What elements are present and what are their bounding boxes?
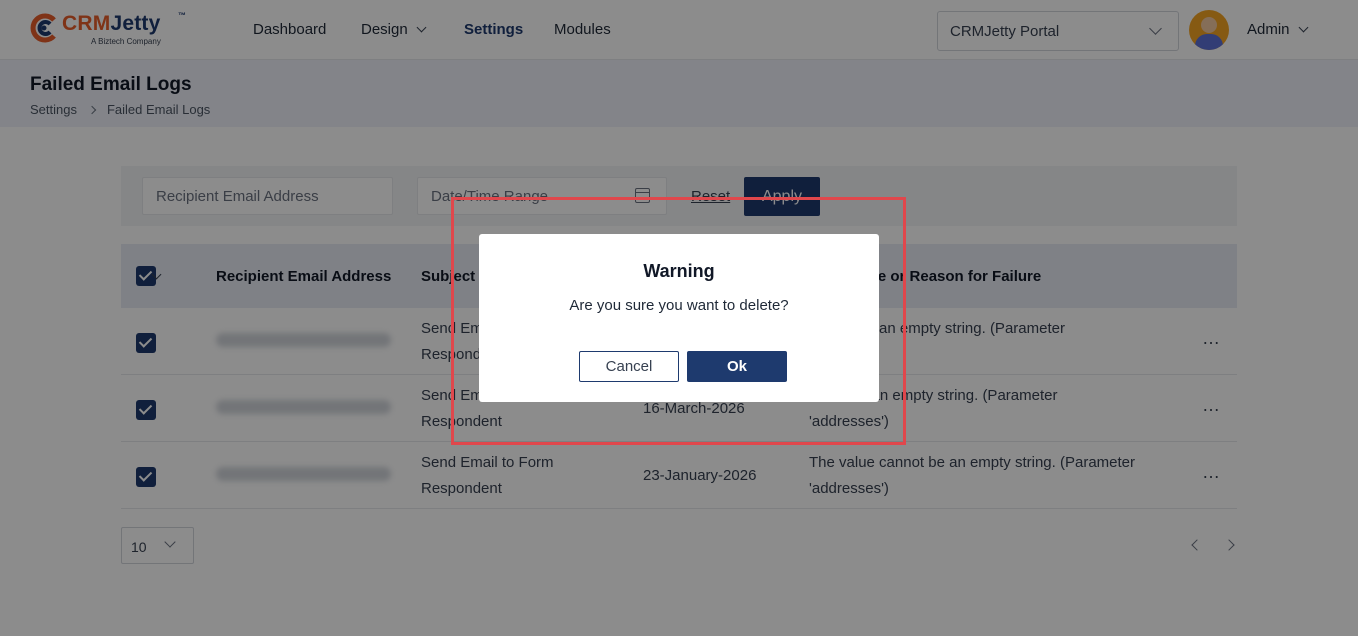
dialog-title: Warning [643,261,715,281]
cancel-button[interactable]: Cancel [579,351,679,382]
warning-dialog: Warning Are you sure you want to delete?… [479,234,879,402]
ok-button[interactable]: Ok [687,351,787,382]
dialog-message: Are you sure you want to delete? [569,297,789,314]
